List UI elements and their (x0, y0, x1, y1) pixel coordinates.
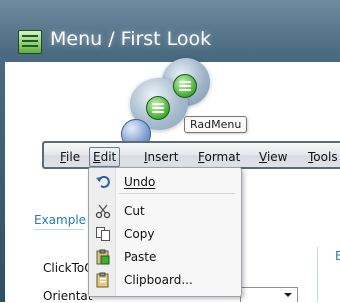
menu-item-cut[interactable]: Cut (89, 200, 241, 222)
menu-format[interactable]: Format (195, 149, 243, 165)
copy-icon (96, 227, 110, 241)
undo-icon (96, 175, 110, 188)
radmenu-logo-icon (146, 96, 170, 120)
example-heading-rule (34, 229, 84, 230)
paste-icon (96, 249, 110, 265)
scissors-icon (95, 204, 111, 219)
window-title: Menu / First Look (50, 28, 212, 50)
chevron-down-icon[interactable] (284, 293, 292, 297)
menu-item-undo[interactable]: Undo (89, 171, 241, 193)
menu-edit[interactable]: Edit (89, 147, 121, 167)
menu-view[interactable]: View (256, 149, 290, 165)
radmenu-logo-icon (173, 74, 197, 98)
menu-file[interactable]: File (57, 149, 83, 165)
orientation-label: Orientat (43, 289, 93, 303)
menu-item-copy[interactable]: Copy (89, 223, 241, 245)
edit-dropdown: Undo Cut Copy Paste Clipboard... (88, 167, 242, 297)
menu-bar: File Edit Insert Format View Tools (42, 141, 340, 169)
panel-divider (317, 247, 318, 302)
click-to-open-label: ClickToO (43, 261, 94, 275)
right-panel-heading: E (335, 249, 340, 263)
window-frame: Menu / First Look Example ClickToO Orien… (0, 0, 340, 303)
example-heading: Example (34, 213, 87, 227)
menu-item-clipboard[interactable]: Clipboard... (89, 269, 241, 291)
radmenu-tooltip: RadMenu (184, 116, 248, 133)
orientation-select[interactable] (240, 287, 298, 302)
title-bar[interactable]: Menu / First Look (0, 0, 340, 62)
app-menu-icon (18, 30, 42, 54)
menu-insert[interactable]: Insert (141, 149, 181, 165)
menu-item-paste[interactable]: Paste (89, 246, 241, 268)
menu-tools[interactable]: Tools (305, 149, 340, 165)
clipboard-icon (96, 272, 109, 288)
menu-separator (119, 193, 235, 194)
